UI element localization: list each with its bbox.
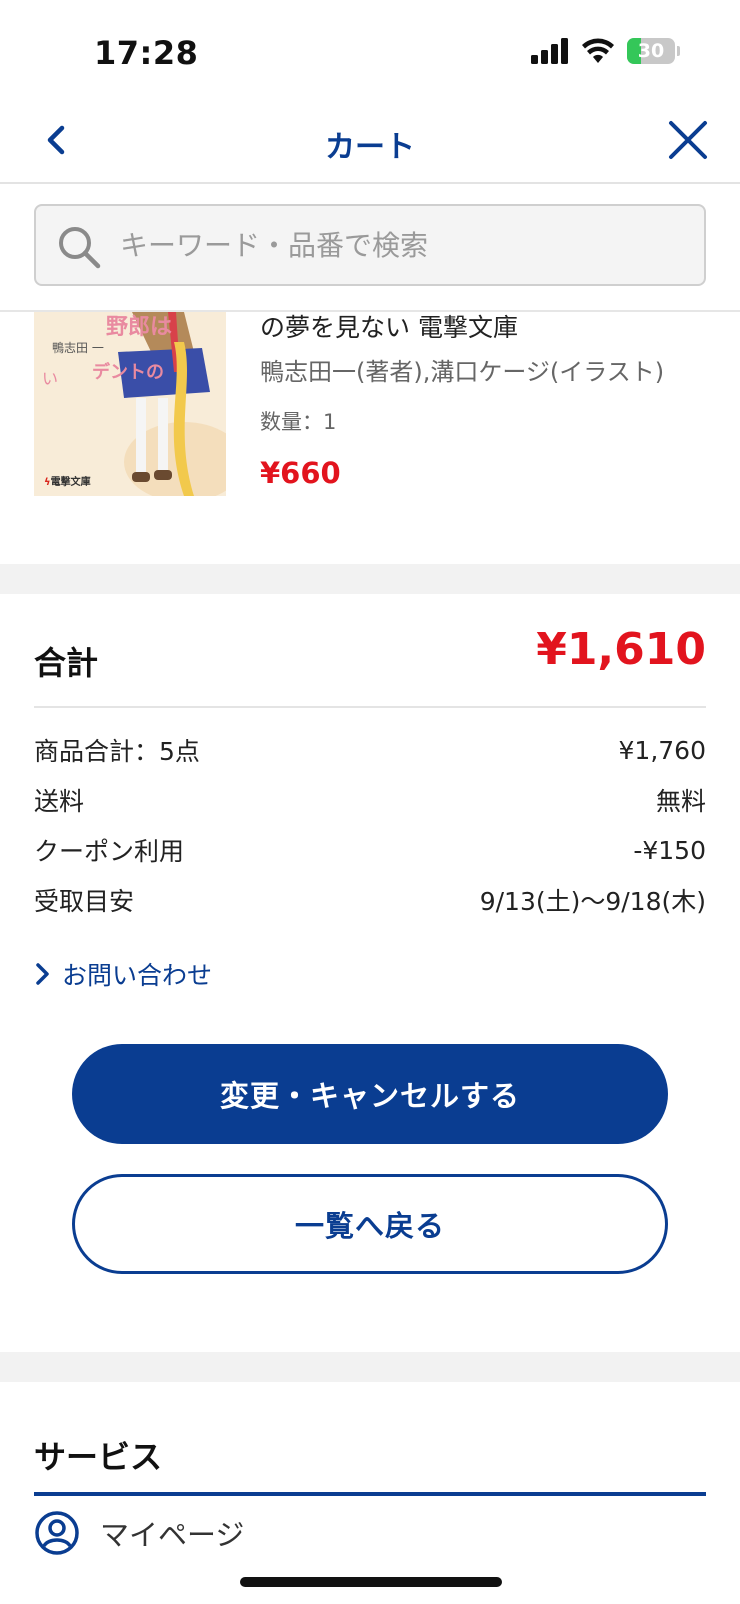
- section-divider: [0, 1352, 740, 1382]
- services-underline: [34, 1492, 706, 1496]
- total-label: 合計: [34, 644, 99, 682]
- status-icons: 30: [531, 38, 680, 64]
- services-section: サービス マイページ: [0, 1382, 740, 1604]
- close-icon[interactable]: [662, 114, 714, 166]
- product-title[interactable]: の夢を見ない 電撃文庫: [260, 312, 518, 344]
- row-label: 受取目安: [34, 887, 135, 916]
- inquiry-label: お問い合わせ: [62, 961, 213, 990]
- row-label: クーポン利用: [34, 837, 185, 866]
- inquiry-link[interactable]: お問い合わせ: [34, 956, 212, 992]
- section-divider: [0, 564, 740, 594]
- row-value: 無料: [655, 787, 706, 816]
- book-cover-image[interactable]: 野郎は デントの 鴨志田 一 い ϟ電撃文庫: [34, 312, 226, 496]
- search-icon: [59, 227, 101, 269]
- cover-illustration: 野郎は デントの 鴨志田 一 い: [34, 312, 226, 496]
- home-indicator: [240, 1577, 502, 1587]
- user-circle-icon: [35, 1511, 79, 1555]
- status-time: 17:28: [94, 34, 199, 72]
- page-title: カート: [325, 130, 415, 165]
- change-cancel-button[interactable]: 変更・キャンセルする: [72, 1044, 668, 1144]
- divider: [34, 706, 706, 708]
- summary-row-delivery: 受取目安 9/13(土)〜9/18(木): [34, 880, 706, 920]
- product-quantity: 数量：1: [260, 410, 337, 434]
- order-summary: 合計 ¥1,610 商品合計：5点 ¥1,760 送料 無料 クーポン利用 -¥…: [0, 594, 740, 1354]
- cover-publisher: ϟ電撃文庫: [44, 477, 91, 488]
- battery-level: 30: [637, 40, 665, 62]
- search-box[interactable]: [34, 204, 706, 286]
- svg-text:野郎は: 野郎は: [106, 314, 172, 340]
- svg-text:鴨志田 一: 鴨志田 一: [52, 341, 104, 355]
- row-label: 商品合計：5点: [34, 737, 200, 766]
- svg-text:い: い: [42, 369, 58, 388]
- service-item-label: マイページ: [100, 1518, 245, 1552]
- search-bar: [0, 184, 740, 312]
- search-input[interactable]: [120, 206, 680, 284]
- services-title: サービス: [34, 1438, 163, 1476]
- summary-row-coupon: クーポン利用 -¥150: [34, 830, 706, 870]
- back-to-list-button[interactable]: 一覧へ戻る: [72, 1174, 668, 1274]
- chevron-right-icon: [36, 963, 49, 985]
- nav-bar: カート: [0, 100, 740, 184]
- summary-row-shipping: 送料 無料: [34, 780, 706, 820]
- service-item-mypage[interactable]: マイページ: [34, 1510, 244, 1556]
- svg-text:デントの: デントの: [92, 361, 164, 383]
- row-label: 送料: [34, 787, 85, 816]
- total-value: ¥1,610: [536, 624, 706, 675]
- product-author: 鴨志田一(著者),溝口ケージ(イラスト): [260, 358, 665, 386]
- cellular-signal-icon: [531, 38, 568, 64]
- wifi-icon: [582, 38, 614, 63]
- summary-row-subtotal: 商品合計：5点 ¥1,760: [34, 730, 706, 770]
- cart-item: 野郎は デントの 鴨志田 一 い ϟ電撃文庫 の夢を見ない 電撃文庫 鴨志田一(…: [0, 312, 740, 564]
- row-value: 9/13(土)〜9/18(木): [479, 887, 706, 916]
- status-bar: 17:28 30: [0, 0, 740, 100]
- row-value: -¥150: [633, 835, 706, 865]
- row-value: ¥1,760: [618, 735, 706, 765]
- battery-icon: 30: [627, 38, 680, 64]
- product-price: ¥660: [260, 456, 341, 490]
